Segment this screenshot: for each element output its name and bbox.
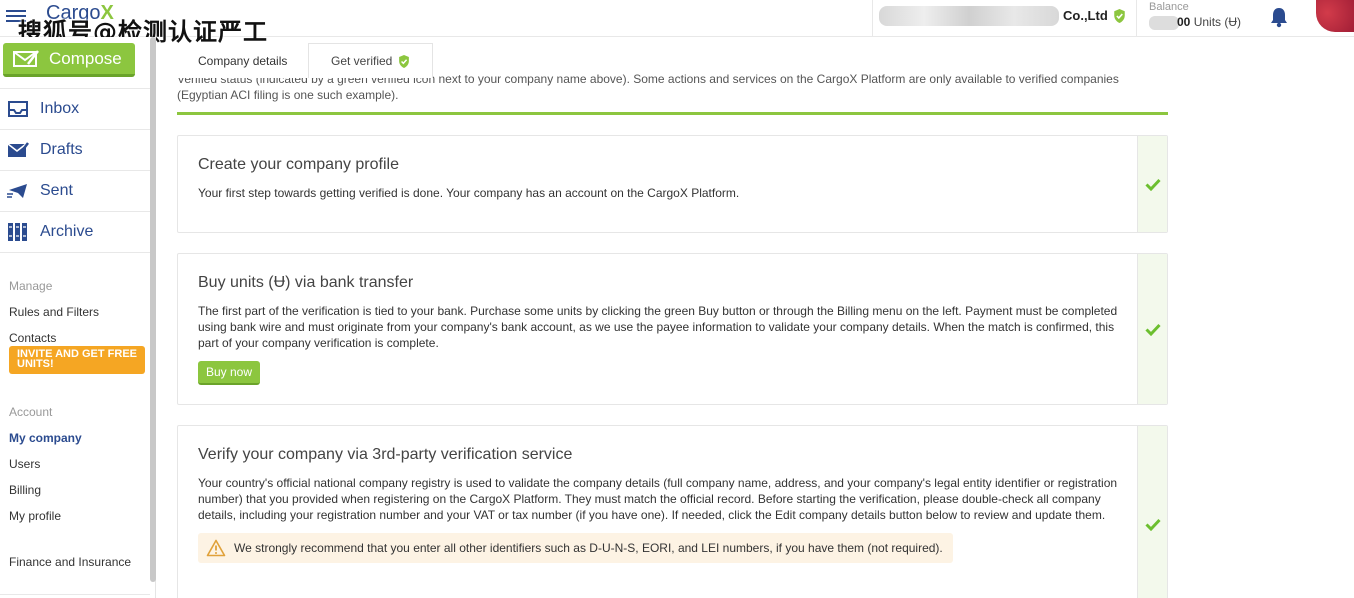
step-status [1137,136,1167,232]
company-name-blurred [879,6,1059,26]
verified-shield-icon [399,54,410,68]
company-name: Co.,Ltd [1063,8,1108,23]
checkmark-icon [1144,178,1161,191]
company-selector[interactable]: Co.,Ltd [872,0,1137,37]
user-avatar[interactable] [1316,0,1354,32]
sidebar-scrollbar[interactable] [150,37,156,582]
inbox-icon [8,101,28,117]
step-card-third-party-verification: Verify your company via 3rd-party verifi… [177,425,1168,598]
sent-icon [7,184,27,198]
warning-triangle-icon [206,539,226,557]
balance-label: Balance [1149,1,1189,13]
balance-value: 00 Units (Ʉ) [1177,15,1242,29]
checkmark-icon [1144,518,1161,531]
sidebar: Compose Inbox Drafts Sent Archive Manage… [0,37,156,598]
sidebar-item-sent[interactable]: Sent [0,170,150,211]
tab-get-verified[interactable]: Get verified [308,43,434,78]
sidebar-item-label: Inbox [40,100,80,117]
step-title: Buy units (Ʉ) via bank transfer [198,274,414,291]
sidebar-item-label: Sent [40,182,73,199]
step-card-create-profile: Create your company profile Your first s… [177,135,1168,233]
sidebar-divider [0,594,150,595]
sidebar-link-my-profile[interactable]: My profile [9,509,61,523]
step-status [1137,426,1167,598]
sidebar-link-my-company[interactable]: My company [9,431,82,445]
step-description: Your country's official national company… [198,476,1118,522]
compose-button[interactable]: Compose [3,43,135,77]
notifications-bell-icon[interactable] [1268,6,1290,28]
progress-divider [177,112,1168,115]
verified-shield-icon [1114,9,1125,23]
compose-label: Compose [49,48,122,68]
sidebar-divider [0,252,150,253]
account-section-label: Account [9,405,53,419]
sidebar-link-rules[interactable]: Rules and Filters [9,305,99,319]
step-description: Your first step towards getting verified… [198,186,740,200]
warning-text: We strongly recommend that you enter all… [234,541,943,555]
sidebar-item-archive[interactable]: Archive [0,211,150,252]
step-status [1137,254,1167,404]
sidebar-link-users[interactable]: Users [9,457,40,471]
top-bar: CargoX 搜狐号@检测认证严工 Co.,Ltd Balance 00 Uni… [0,0,1354,46]
manage-section-label: Manage [9,279,53,293]
sidebar-item-drafts[interactable]: Drafts [0,129,150,170]
sidebar-item-label: Archive [40,223,94,240]
intro-line-2: (Egyptian ACI filing is one such example… [177,88,399,102]
sidebar-link-billing[interactable]: Billing [9,483,41,497]
balance-display[interactable]: Balance 00 Units (Ʉ) [1140,0,1260,37]
invite-free-units-badge[interactable]: INVITE AND GET FREE UNITS! [9,346,145,374]
checkmark-icon [1144,323,1161,336]
drafts-icon [7,142,29,157]
sidebar-item-label: Drafts [40,141,83,158]
step-title: Create your company profile [198,156,399,173]
sidebar-link-finance[interactable]: Finance and Insurance [9,555,131,569]
identifier-warning: We strongly recommend that you enter all… [198,533,953,563]
buy-now-button[interactable]: Buy now [198,361,261,385]
sidebar-item-inbox[interactable]: Inbox [0,88,150,129]
archive-icon [8,223,27,241]
step-title: Verify your company via 3rd-party verifi… [198,446,573,463]
step-description: The first part of the verification is ti… [198,304,1118,350]
compose-envelope-icon [13,49,39,67]
tab-company-details[interactable]: Company details [176,43,310,78]
balance-blurred [1149,16,1179,30]
step-card-buy-units: Buy units (Ʉ) via bank transfer The firs… [177,253,1168,405]
sidebar-link-contacts[interactable]: Contacts [9,331,56,345]
